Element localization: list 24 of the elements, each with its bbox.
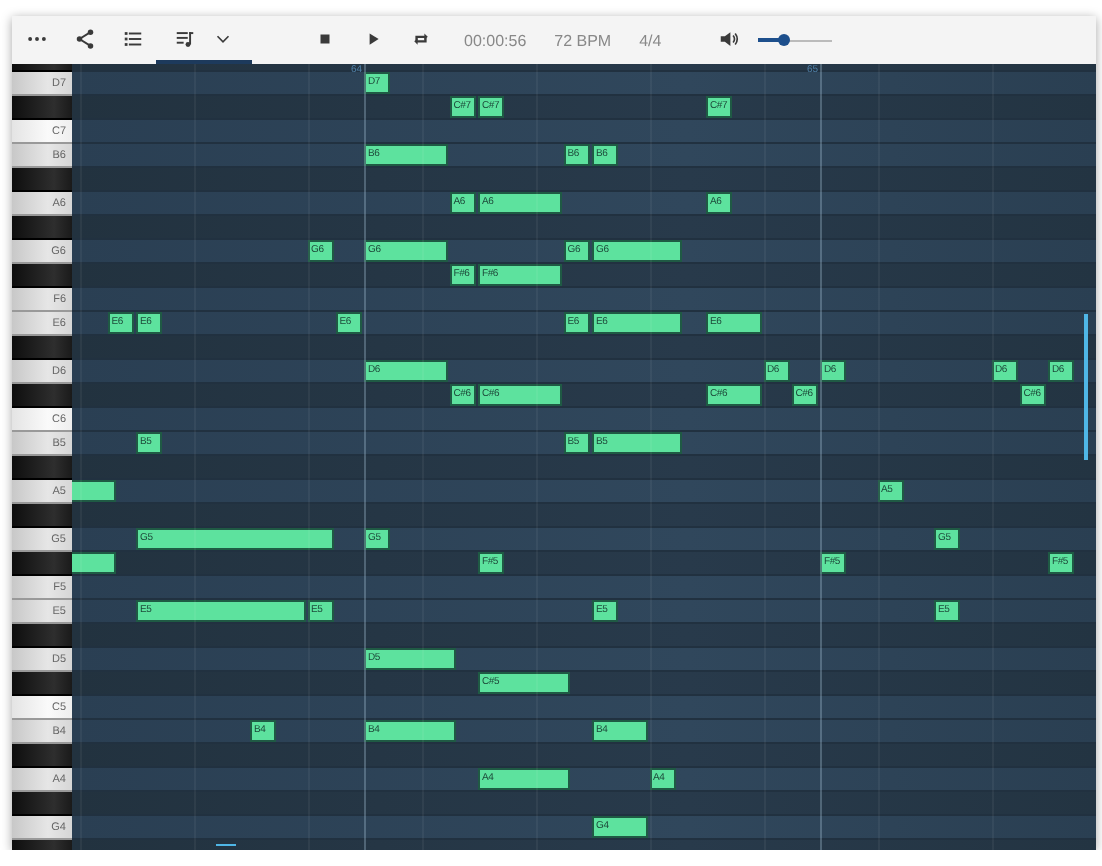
piano-key[interactable] [12, 672, 72, 696]
list-icon [121, 27, 143, 49]
piano-key[interactable] [12, 336, 72, 360]
scrollbar-thumb[interactable] [1084, 314, 1088, 460]
piano-key[interactable] [12, 168, 72, 192]
time-signature: 4/4 [639, 31, 662, 49]
piano-key[interactable] [12, 792, 72, 816]
piano-key[interactable] [12, 96, 72, 120]
stop-icon [315, 29, 333, 47]
note-block[interactable] [72, 552, 117, 574]
piano-key[interactable] [12, 264, 72, 288]
speaker-icon [718, 27, 741, 49]
repeat-icon [411, 29, 429, 47]
piano-key[interactable] [12, 216, 72, 240]
volume-slider[interactable] [757, 34, 832, 46]
piano-key[interactable] [12, 624, 72, 648]
tempo-display: 72 BPM [554, 31, 612, 49]
note-block[interactable] [72, 480, 117, 502]
time-display: 00:00:56 [464, 31, 527, 49]
piano-key[interactable] [12, 384, 72, 408]
piano-key[interactable] [12, 744, 72, 768]
share-icon [73, 27, 95, 49]
playlist-icon [174, 27, 196, 49]
scrollbar-thumb[interactable] [216, 844, 236, 846]
